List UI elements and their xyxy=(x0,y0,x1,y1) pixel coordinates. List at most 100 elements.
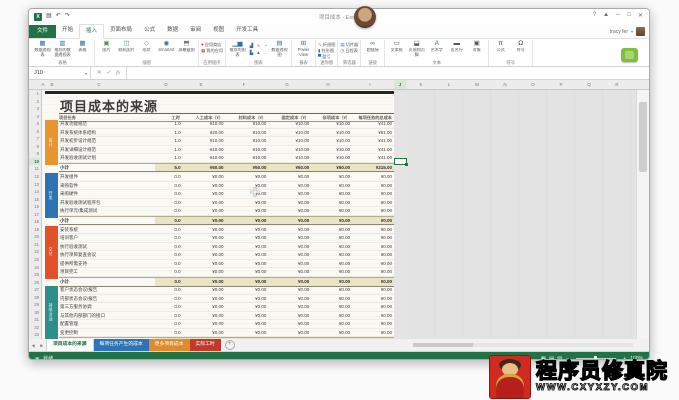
pivot-table-button[interactable]: ▦数据透视表 xyxy=(33,40,52,60)
value-cell[interactable]: ¥10.00 xyxy=(183,137,226,145)
row-header-16[interactable]: 16 xyxy=(29,203,40,211)
value-cell[interactable]: ¥10.00 xyxy=(311,146,352,154)
value-cell[interactable]: ¥0.00 xyxy=(268,182,311,190)
column-header-G[interactable]: G xyxy=(285,80,289,89)
value-cell[interactable]: ¥0.00 xyxy=(268,199,311,207)
tab-审阅[interactable]: 审阅 xyxy=(184,24,207,37)
value-cell[interactable]: ¥0.00 xyxy=(268,251,311,259)
value-cell[interactable]: ¥0.00 xyxy=(226,173,269,181)
table-row[interactable]: 执行单元/集成测试0.0¥0.00¥0.00¥0.00¥0.00¥0.00 xyxy=(59,207,394,216)
value-cell[interactable]: ¥0.00 xyxy=(268,303,311,311)
column-header-H[interactable]: H xyxy=(326,80,329,89)
value-cell[interactable]: ¥0.00 xyxy=(226,303,269,311)
value-cell[interactable]: ¥10.00 xyxy=(268,137,311,145)
table-row[interactable]: 内部状态会议/报告0.0¥0.00¥0.00¥0.00¥0.00¥0.00 xyxy=(59,295,394,304)
table-row[interactable]: 开发验收测试计划1.0¥10.00¥10.00¥10.00¥10.00¥41.0… xyxy=(59,154,394,163)
row-header-20[interactable]: 20 xyxy=(29,233,40,241)
value-cell[interactable]: ¥41.00 xyxy=(352,120,394,128)
value-cell[interactable]: 0.0 xyxy=(155,286,183,294)
value-cell[interactable]: ¥0.00 xyxy=(352,251,394,259)
text-box-button[interactable]: ▭文本框 xyxy=(387,40,406,60)
value-cell[interactable]: ¥0.00 xyxy=(311,329,352,337)
value-cell[interactable]: ¥0.00 xyxy=(268,226,311,234)
worksheet-grid[interactable]: 1234567891011121314151617181920212223242… xyxy=(29,90,649,339)
task-cell[interactable]: 开发系统体系结构 xyxy=(59,129,155,137)
task-cell[interactable]: 执行验收测试 xyxy=(59,243,155,251)
row-header-10[interactable]: 10 xyxy=(29,158,40,166)
table-row[interactable]: 第三方服务协调0.0¥0.00¥0.00¥0.00¥0.00¥0.00 xyxy=(59,303,394,312)
selected-cell-J10[interactable] xyxy=(394,158,407,166)
table-row[interactable]: 项目完工0.0¥0.00¥0.00¥0.00¥0.00¥0.00 xyxy=(59,268,394,277)
value-cell[interactable]: ¥0.00 xyxy=(183,234,226,242)
file-tab[interactable]: 文件 xyxy=(29,25,56,38)
value-cell[interactable]: ¥0.00 xyxy=(183,303,226,311)
subtotal-cell[interactable]: ¥60.00 xyxy=(183,164,226,172)
value-cell[interactable]: ¥0.00 xyxy=(183,207,226,215)
value-cell[interactable]: ¥0.00 xyxy=(352,199,394,207)
table-row[interactable]: 执行验收测试0.0¥0.00¥0.00¥0.00¥0.00¥0.00 xyxy=(59,243,394,252)
value-cell[interactable]: ¥10.00 xyxy=(183,120,226,128)
task-cell[interactable]: 提供所需支持 xyxy=(59,260,155,268)
value-cell[interactable]: 1.0 xyxy=(155,154,183,162)
task-cell[interactable]: 配置管理 xyxy=(59,320,155,328)
value-cell[interactable]: ¥10.00 xyxy=(183,146,226,154)
value-cell[interactable]: 0.0 xyxy=(155,243,183,251)
task-cell[interactable]: 开发功能规范 xyxy=(59,120,155,128)
subtotal-row[interactable]: 小计0.0¥0.00¥0.00¥0.00¥0.00¥0.00 xyxy=(59,277,394,287)
subtotal-cell[interactable]: ¥0.00 xyxy=(311,217,352,225)
column-header-M[interactable]: M xyxy=(475,80,479,89)
task-cell[interactable]: 变更控制 xyxy=(59,329,155,337)
subtotal-cell[interactable]: ¥0.00 xyxy=(268,278,311,286)
task-cell[interactable]: 项目完工 xyxy=(59,268,155,276)
table-row[interactable]: 与其他内部部门的接口0.0¥0.00¥0.00¥0.00¥0.00¥0.00 xyxy=(59,312,394,321)
shapes-button[interactable]: ◇形状 xyxy=(137,40,156,60)
value-cell[interactable]: 0.0 xyxy=(155,190,183,198)
value-cell[interactable]: ¥0.00 xyxy=(352,226,394,234)
value-cell[interactable]: ¥0.00 xyxy=(352,190,394,198)
table-row[interactable]: 开发组件0.0¥0.00¥0.00¥0.00¥0.00¥0.00 xyxy=(59,173,394,182)
row-header-33[interactable]: 33 xyxy=(29,331,40,339)
tab-开发工具[interactable]: 开发工具 xyxy=(230,24,264,37)
value-cell[interactable]: ¥0.00 xyxy=(352,295,394,303)
value-cell[interactable]: ¥0.00 xyxy=(268,268,311,276)
row-header-12[interactable]: 12 xyxy=(29,173,40,181)
print-area[interactable]: 项目成本的来源 项目任务工时人工成本（¥）材料成本（¥）固定成本（¥）杂项成本（… xyxy=(41,90,394,339)
value-cell[interactable]: ¥0.00 xyxy=(268,190,311,198)
sparkline-line-button[interactable]: ∿折线图 xyxy=(318,42,335,47)
value-cell[interactable]: 0.0 xyxy=(155,268,183,276)
value-cell[interactable]: 0.0 xyxy=(155,295,183,303)
table-row[interactable]: 安装系统0.0¥0.00¥0.00¥0.00¥0.00¥0.00 xyxy=(59,226,394,235)
chart-type-pie-icon[interactable]: ◔ xyxy=(262,42,269,49)
screenshot-button[interactable]: ⬒屏幕截图 xyxy=(177,40,196,60)
symbol-button[interactable]: Ω符号 xyxy=(511,40,530,60)
row-header-32[interactable]: 32 xyxy=(29,324,40,332)
row-header-30[interactable]: 30 xyxy=(29,309,40,317)
task-cell[interactable]: 培训客户 xyxy=(59,234,155,242)
task-cell[interactable]: 开发详细设计规范 xyxy=(59,146,155,154)
macro-record-icon[interactable]: ▣ xyxy=(35,356,39,361)
subtotal-cell[interactable]: ¥0.00 xyxy=(352,278,394,286)
table-row[interactable]: 开发初步设计规范1.0¥10.00¥10.00¥10.00¥10.00¥41.0… xyxy=(59,137,394,146)
column-header-Q[interactable]: Q xyxy=(587,80,591,89)
name-box[interactable]: J10 ▾ xyxy=(29,67,91,79)
row-header-29[interactable]: 29 xyxy=(29,301,40,309)
subtotal-cell[interactable]: 0.0 xyxy=(155,217,183,225)
insert-function-icon[interactable]: fx xyxy=(116,70,120,76)
value-cell[interactable]: 1.0 xyxy=(155,120,183,128)
power-view-button[interactable]: ⊞Power View xyxy=(294,40,313,60)
row-header-21[interactable]: 21 xyxy=(29,241,40,249)
value-cell[interactable]: ¥0.00 xyxy=(311,295,352,303)
value-cell[interactable]: ¥0.00 xyxy=(226,312,269,320)
value-cell[interactable]: ¥10.00 xyxy=(311,137,352,145)
row-header-15[interactable]: 15 xyxy=(29,196,40,204)
table-row[interactable]: 培训客户0.0¥0.00¥0.00¥0.00¥0.00¥0.00 xyxy=(59,234,394,243)
column-header-J[interactable]: J xyxy=(394,80,407,89)
value-cell[interactable]: ¥0.00 xyxy=(226,295,269,303)
smartart-button[interactable]: ◉SmartArt xyxy=(157,40,176,60)
row-header-2[interactable]: 2 xyxy=(29,98,40,106)
value-cell[interactable]: ¥0.00 xyxy=(352,329,394,337)
tab-页面布局[interactable]: 页面布局 xyxy=(104,24,138,37)
value-cell[interactable]: ¥0.00 xyxy=(183,251,226,259)
table-row[interactable]: 开发详细设计规范1.0¥10.00¥10.00¥10.00¥10.00¥41.0… xyxy=(59,146,394,155)
chart-type-area-icon[interactable]: ▲ xyxy=(255,49,262,56)
